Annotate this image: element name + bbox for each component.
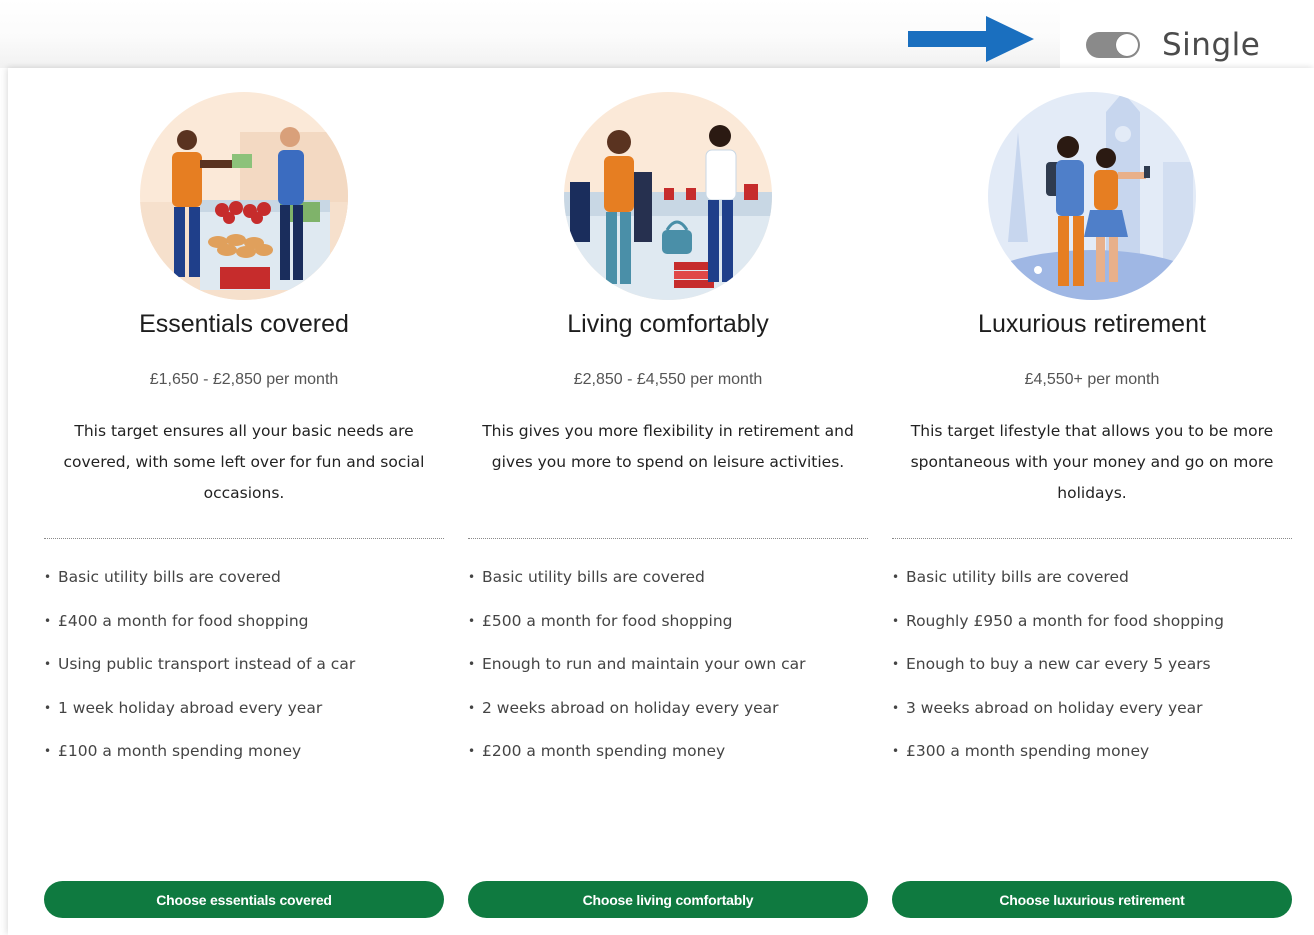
bullet-icon: • (892, 744, 900, 758)
choose-essentials-button[interactable]: Choose essentials covered (44, 881, 444, 918)
feature-text: Basic utility bills are covered (58, 568, 281, 586)
feature-text: 3 weeks abroad on holiday every year (906, 698, 1203, 717)
list-item: • £400 a month for food shopping (44, 608, 444, 652)
divider (468, 538, 868, 539)
option-card-essentials: Essentials covered £1,650 - £2,850 per m… (44, 68, 444, 935)
feature-text: Basic utility bills are covered (906, 568, 1129, 586)
bullet-icon: • (44, 570, 52, 584)
bullet-icon: • (892, 613, 900, 628)
option-price: £1,650 - £2,850 per month (149, 371, 339, 388)
list-item: • Basic utility bills are covered (892, 564, 1292, 608)
bullet-icon: • (44, 744, 52, 758)
feature-text: £100 a month spending money (58, 742, 302, 760)
choose-comfortable-button[interactable]: Choose living comfortably (468, 881, 868, 918)
travel-illustration (988, 92, 1196, 300)
bullet-icon: • (468, 657, 476, 671)
arrow-right-icon (908, 16, 1034, 62)
list-item: • 2 weeks abroad on holiday every year (468, 695, 868, 739)
toggle-label: Single (1162, 27, 1261, 63)
option-description: This target lifestyle that allows you to… (910, 422, 1274, 502)
bullet-icon: • (44, 700, 52, 715)
list-item: • 1 week holiday abroad every year (44, 695, 444, 739)
feature-list: • Basic utility bills are covered • £500 a… (468, 564, 868, 782)
bullet-icon: • (468, 570, 476, 584)
list-item: • Using public transport instead of a car (44, 651, 444, 695)
feature-text: £400 a month for food shopping (58, 611, 309, 630)
feature-text: Using public transport instead of a car (58, 655, 356, 673)
option-title: Luxurious retirement (978, 310, 1206, 338)
option-description: This target ensures all your basic needs… (63, 422, 425, 502)
bullet-icon: • (892, 570, 900, 584)
list-item: • £500 a month for food shopping (468, 608, 868, 652)
list-item: • Roughly £950 a month for food shopping (892, 608, 1292, 652)
feature-text: £500 a month for food shopping (482, 611, 733, 630)
bullet-icon: • (44, 657, 52, 671)
list-item: • £300 a month spending money (892, 738, 1292, 782)
relationship-toggle: Single (1086, 26, 1260, 64)
option-price: £4,550+ per month (1024, 371, 1160, 388)
feature-text: Enough to run and maintain your own car (482, 655, 806, 673)
grocery-shopping-illustration (140, 92, 348, 300)
list-item: • Basic utility bills are covered (44, 564, 444, 608)
bullet-icon: • (468, 613, 476, 628)
feature-text: Basic utility bills are covered (482, 568, 705, 586)
list-item: • £100 a month spending money (44, 738, 444, 782)
option-title: Essentials covered (139, 310, 349, 338)
list-item: • £200 a month spending money (468, 738, 868, 782)
feature-text: Roughly £950 a month for food shopping (906, 611, 1224, 630)
bullet-icon: • (892, 657, 900, 671)
feature-text: £300 a month spending money (906, 742, 1150, 760)
divider (892, 538, 1292, 539)
feature-text: 2 weeks abroad on holiday every year (482, 698, 779, 717)
feature-list: • Basic utility bills are covered • Roughl… (892, 564, 1292, 782)
bullet-icon: • (892, 700, 900, 715)
list-item: • Basic utility bills are covered (468, 564, 868, 608)
feature-text: £200 a month spending money (482, 742, 726, 760)
option-card-luxurious: Luxurious retirement £4,550+ per month T… (892, 68, 1292, 935)
toggle-knob (1116, 34, 1138, 56)
lifestyle-options-panel: Essentials covered £1,650 - £2,850 per m… (8, 68, 1314, 935)
divider (44, 538, 444, 539)
feature-list: • Basic utility bills are covered • £400 a… (44, 564, 444, 782)
feature-text: 1 week holiday abroad every year (58, 698, 323, 717)
option-price: £2,850 - £4,550 per month (573, 371, 763, 388)
option-description: This gives you more flexibility in retir… (482, 422, 854, 471)
bullet-icon: • (44, 613, 52, 628)
clothes-shopping-illustration (564, 92, 772, 300)
list-item: • 3 weeks abroad on holiday every year (892, 695, 1292, 739)
feature-text: Enough to buy a new car every 5 years (906, 655, 1211, 673)
bullet-icon: • (468, 744, 476, 758)
header-strip (0, 0, 1060, 68)
single-toggle-switch[interactable] (1086, 32, 1140, 58)
option-card-comfortable: Living comfortably £2,850 - £4,550 per m… (468, 68, 868, 935)
choose-luxurious-button[interactable]: Choose luxurious retirement (892, 881, 1292, 918)
option-title: Living comfortably (567, 310, 769, 338)
bullet-icon: • (468, 700, 476, 715)
list-item: • Enough to buy a new car every 5 years (892, 651, 1292, 695)
list-item: • Enough to run and maintain your own car (468, 651, 868, 695)
